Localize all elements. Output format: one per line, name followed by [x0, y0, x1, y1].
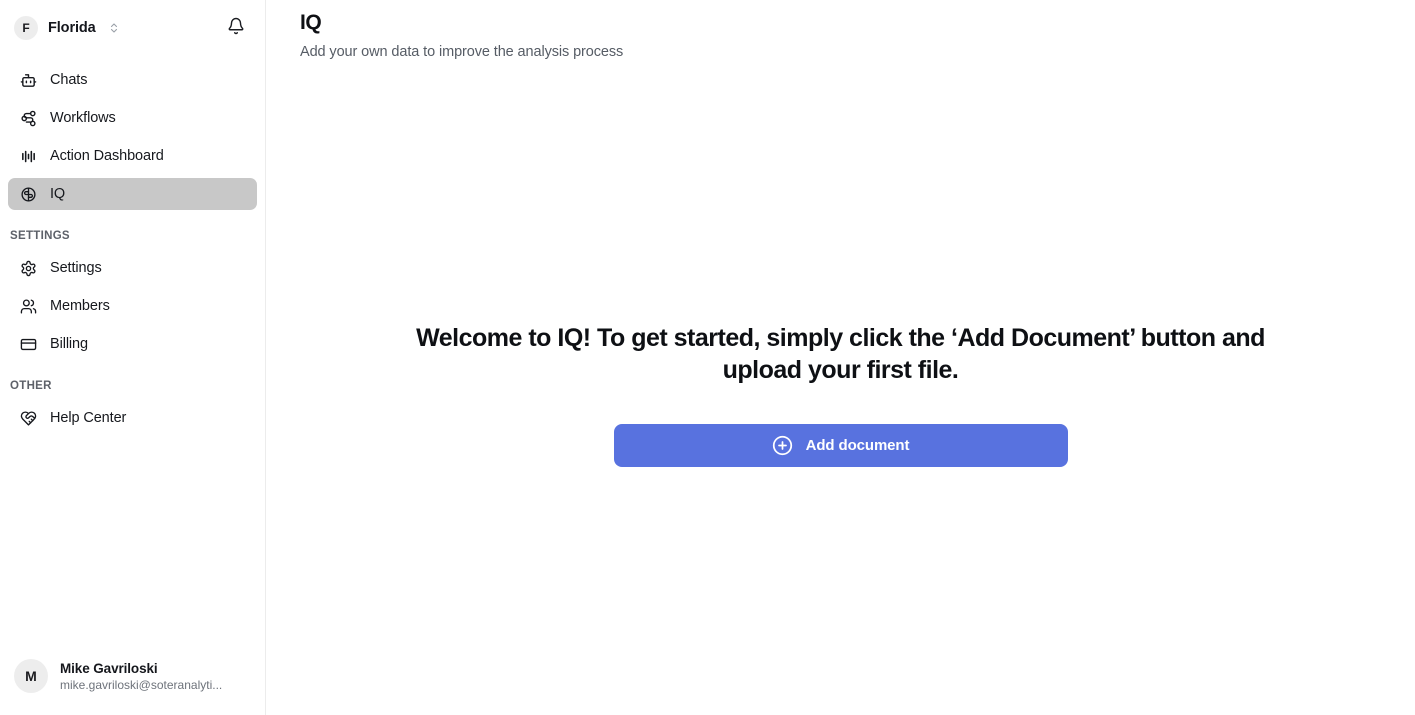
bot-icon: [20, 72, 37, 89]
chevron-up-down-icon: [108, 22, 120, 34]
sidebar-item-action-dashboard[interactable]: Action Dashboard: [8, 140, 257, 172]
sidebar-section-settings-label: SETTINGS: [10, 230, 70, 242]
sidebar-item-settings[interactable]: Settings: [8, 252, 257, 284]
sidebar-item-label: Settings: [50, 259, 102, 276]
sidebar-item-label: Chats: [50, 71, 88, 88]
circle-plus-icon: [772, 435, 793, 456]
sidebar-section-other-label: OTHER: [10, 380, 52, 392]
credit-card-icon: [20, 336, 37, 353]
brain-icon: [20, 186, 37, 203]
sidebar-item-iq[interactable]: IQ: [8, 178, 257, 210]
sidebar-item-label: Action Dashboard: [50, 147, 164, 164]
sidebar-item-help-center[interactable]: Help Center: [8, 402, 257, 434]
page-subtitle: Add your own data to improve the analysi…: [300, 44, 624, 61]
page-header: IQ Add your own data to improve the anal…: [300, 0, 1381, 60]
users-icon: [20, 298, 37, 315]
bell-icon: [227, 17, 245, 40]
sidebar-item-label: Workflows: [50, 109, 116, 126]
avatar: M: [14, 659, 48, 693]
sidebar-item-workflows[interactable]: Workflows: [8, 102, 257, 134]
empty-state: Welcome to IQ! To get started, simply cl…: [300, 322, 1381, 467]
user-profile[interactable]: M Mike Gavriloski mike.gavriloski@sotera…: [0, 651, 265, 715]
sidebar-item-label: Help Center: [50, 409, 127, 426]
app-root: F Florida Chats Workflows Action Dashboa…: [0, 0, 1415, 715]
main-content: IQ Add your own data to improve the anal…: [266, 0, 1415, 715]
audio-lines-icon: [20, 148, 37, 165]
sidebar-item-billing[interactable]: Billing: [8, 328, 257, 360]
user-email: mike.gavriloski@soteranalyti...: [60, 677, 223, 692]
workflow-icon: [20, 110, 37, 127]
organization-header: F Florida: [0, 0, 265, 56]
notifications-button[interactable]: [221, 13, 251, 43]
sidebar-item-members[interactable]: Members: [8, 290, 257, 322]
sidebar-item-label: Billing: [50, 335, 88, 352]
sidebar-item-label: Members: [50, 297, 110, 314]
organization-name: Florida: [48, 20, 96, 36]
gear-icon: [20, 260, 37, 277]
organization-avatar: F: [14, 16, 38, 40]
add-document-button-label: Add document: [805, 436, 910, 454]
add-document-button[interactable]: Add document: [613, 423, 1068, 467]
page-title: IQ: [300, 11, 322, 34]
user-name: Mike Gavriloski: [60, 660, 158, 676]
welcome-message: Welcome to IQ! To get started, simply cl…: [416, 324, 1265, 385]
sidebar: F Florida Chats Workflows Action Dashboa…: [0, 0, 266, 715]
sidebar-nav: Chats Workflows Action Dashboard IQ SETT…: [0, 56, 265, 651]
user-profile-texts: Mike Gavriloski mike.gavriloski@soterana…: [60, 661, 222, 692]
sidebar-item-chats[interactable]: Chats: [8, 64, 257, 96]
sidebar-item-label: IQ: [50, 185, 66, 202]
heart-handshake-icon: [20, 410, 37, 427]
organization-switcher[interactable]: F Florida: [14, 16, 221, 40]
